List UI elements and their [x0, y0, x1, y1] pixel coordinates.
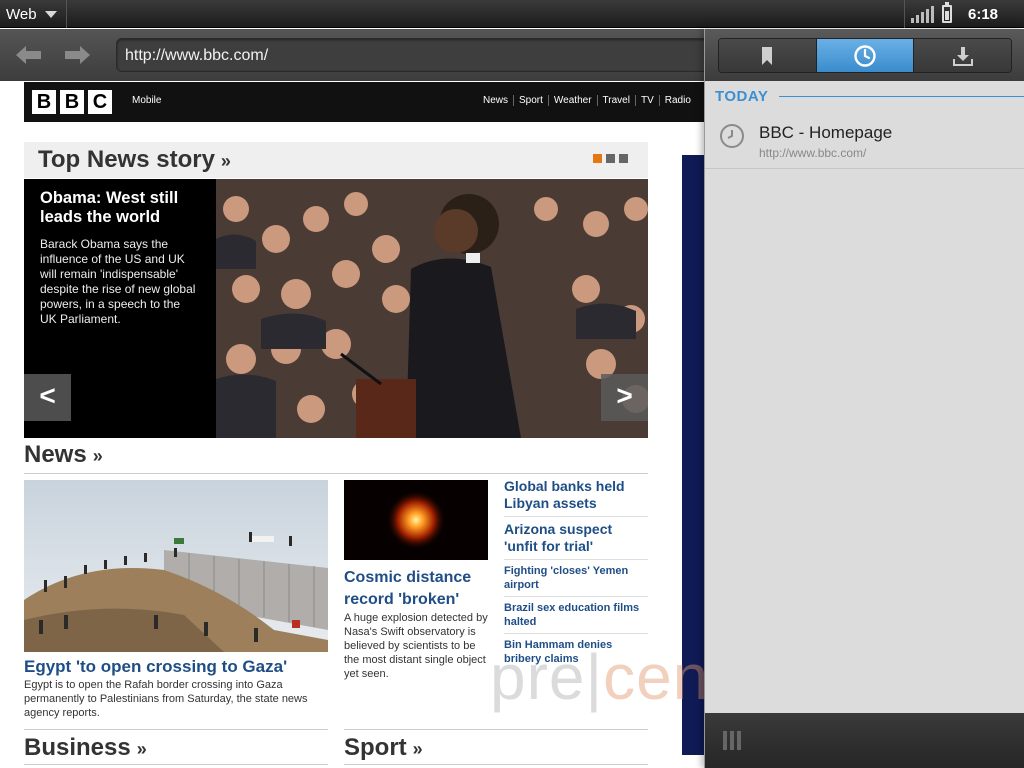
top-story-header: Top News story» — [24, 142, 648, 178]
history-item-url: http://www.bbc.com/ — [759, 146, 867, 160]
logo-letter: C — [88, 90, 112, 114]
clock-icon — [720, 124, 744, 148]
carousel-prev-button[interactable]: < — [24, 374, 71, 421]
nav-travel[interactable]: Travel — [596, 95, 635, 106]
sport-heading[interactable]: Sport» — [344, 734, 423, 762]
bbc-logo[interactable]: B B C — [32, 90, 112, 114]
carousel-dot[interactable] — [593, 154, 602, 163]
business-heading[interactable]: Business» — [24, 734, 147, 762]
second-story-title[interactable]: Cosmic distance record 'broken' — [344, 567, 494, 611]
logo-letter: B — [60, 90, 84, 114]
top-story-heading[interactable]: Top News story» — [38, 146, 231, 174]
divider — [344, 729, 648, 730]
top-story-carousel: Obama: West still leads the world Barack… — [24, 179, 648, 438]
drawer-header — [705, 29, 1024, 81]
history-item[interactable]: BBC - Homepage http://www.bbc.com/ — [705, 111, 1024, 169]
back-button[interactable] — [14, 43, 44, 67]
logo-letter: B — [32, 90, 56, 114]
forward-button[interactable] — [62, 43, 92, 67]
cosmic-photo[interactable] — [344, 480, 488, 560]
nav-news[interactable]: News — [478, 95, 513, 106]
gaza-photo[interactable] — [24, 480, 328, 652]
bbc-header: B B C Mobile News Sport Weather Travel T… — [24, 82, 710, 122]
carousel-dot[interactable] — [606, 154, 615, 163]
carousel-dot[interactable] — [619, 154, 628, 163]
history-item-title: BBC - Homepage — [759, 123, 893, 142]
app-name: Web — [6, 5, 37, 23]
drawer-footer — [705, 713, 1024, 768]
nav-tv[interactable]: TV — [634, 95, 659, 106]
bookmark-icon — [762, 46, 773, 65]
url-input[interactable] — [125, 45, 705, 67]
top-story-text: Obama: West still leads the world Barack… — [40, 189, 200, 327]
bbc-nav: News Sport Weather Travel TV Radio — [478, 95, 696, 106]
top-story-summary: Barack Obama says the influence of the U… — [40, 237, 196, 326]
tab-downloads[interactable] — [914, 39, 1011, 72]
tab-bookmarks[interactable] — [719, 39, 817, 72]
nav-weather[interactable]: Weather — [547, 95, 597, 106]
signal-icon — [911, 5, 934, 23]
arrow-left-icon — [16, 46, 41, 64]
tab-history[interactable] — [816, 39, 915, 72]
url-bar[interactable] — [116, 38, 726, 72]
carousel-next-button[interactable]: > — [601, 374, 648, 421]
top-story-photo[interactable] — [216, 179, 648, 438]
system-menu[interactable]: 6:18 — [904, 0, 1024, 28]
divider — [344, 764, 648, 765]
headline-link[interactable]: Arizona suspect 'unfit for trial' — [504, 517, 648, 560]
status-bar: Web 6:18 — [0, 0, 1024, 28]
clock: 6:18 — [968, 5, 999, 23]
drawer-tabs — [718, 38, 1012, 73]
grip-handle-icon[interactable] — [723, 731, 741, 750]
clock-icon — [854, 44, 876, 67]
battery-icon — [942, 2, 952, 23]
arrow-right-icon — [65, 46, 90, 64]
divider — [24, 473, 648, 474]
second-story-summary: A huge explosion detected by Nasa's Swif… — [344, 612, 488, 680]
headline-link[interactable]: Global banks held Libyan assets — [504, 478, 648, 517]
divider — [24, 764, 328, 765]
divider — [24, 729, 328, 730]
mobile-link[interactable]: Mobile — [132, 95, 161, 106]
carousel-indicator — [593, 154, 628, 163]
app-menu[interactable]: Web — [0, 0, 67, 28]
download-icon — [952, 46, 973, 66]
history-group-label: TODAY — [715, 88, 769, 105]
lead-story-title[interactable]: Egypt 'to open crossing to Gaza' — [24, 657, 334, 677]
history-drawer: TODAY BBC - Homepage http://www.bbc.com/ — [704, 29, 1024, 768]
top-story-headline[interactable]: Obama: West still leads the world — [40, 189, 200, 227]
divider — [779, 96, 1024, 97]
chevron-down-icon — [44, 10, 57, 18]
nav-radio[interactable]: Radio — [658, 95, 696, 106]
headline-link[interactable]: Brazil sex education films halted — [504, 597, 648, 634]
news-heading[interactable]: News» — [24, 441, 103, 469]
headline-link[interactable]: Fighting 'closes' Yemen airport — [504, 560, 648, 597]
lead-story-summary: Egypt is to open the Rafah border crossi… — [24, 679, 308, 719]
nav-sport[interactable]: Sport — [513, 95, 548, 106]
